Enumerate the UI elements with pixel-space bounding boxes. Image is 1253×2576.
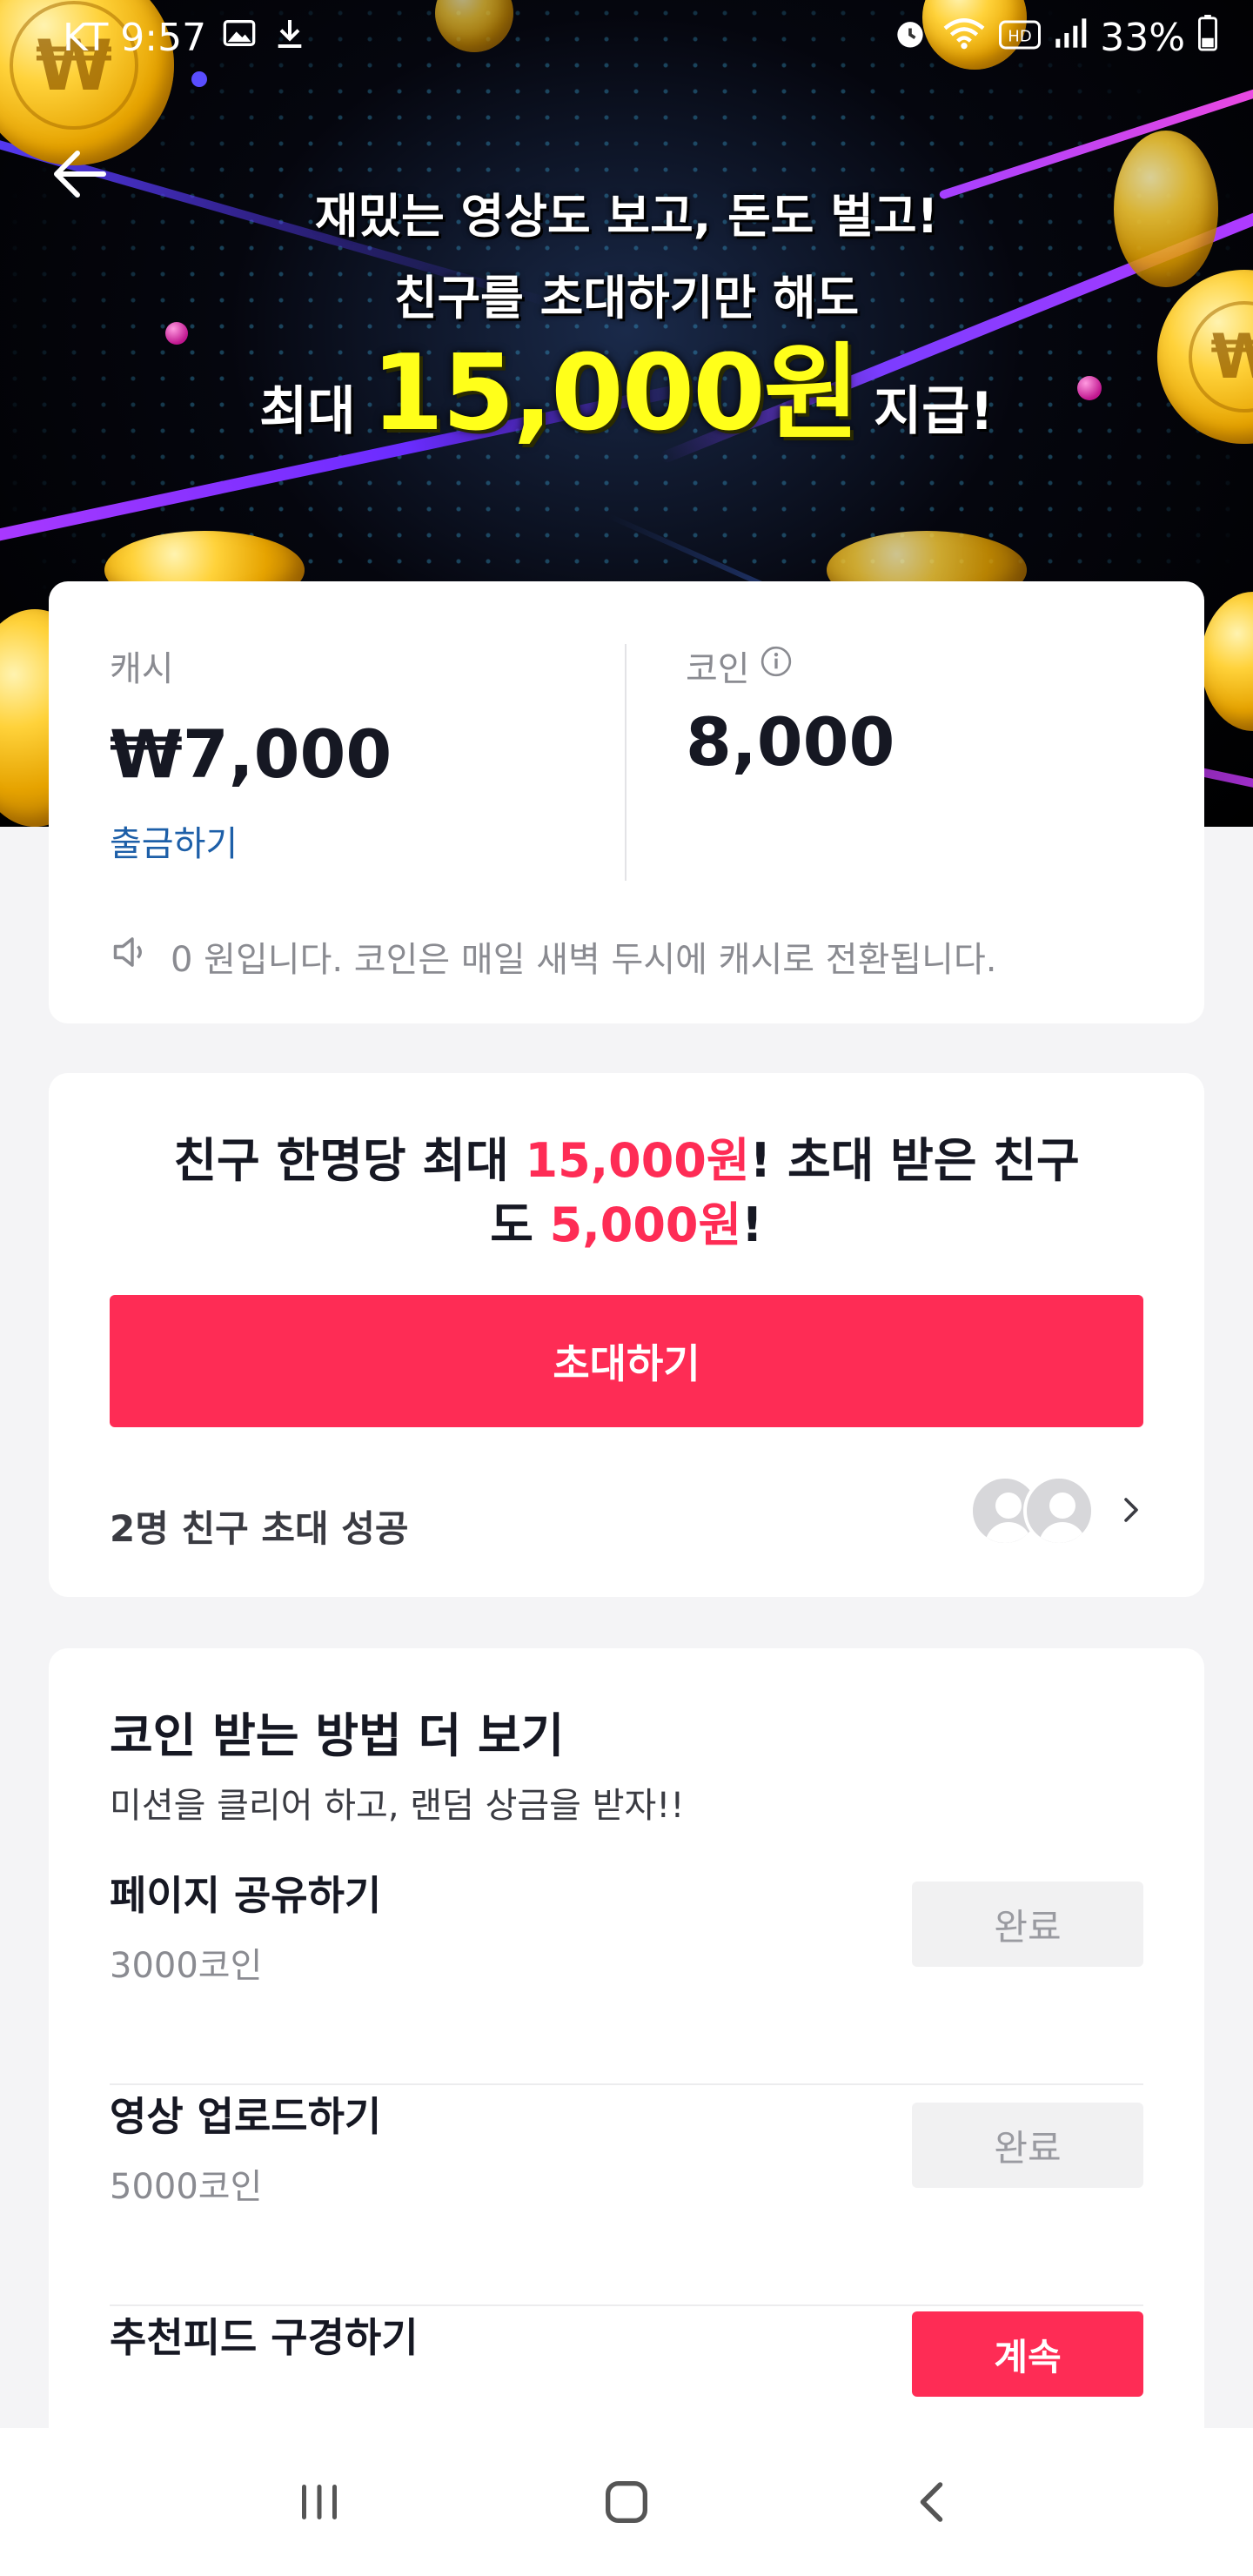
system-back-button[interactable] [881,2450,986,2554]
banner-line-2: 친구를 초대하기만 해도 [393,271,860,325]
invite-title-line-2: 도 5,000원! [49,1193,1204,1258]
divider [625,644,626,881]
hd-icon: HD [999,16,1042,60]
banner-line-3: 최대 15,000원 지급! [0,342,1253,464]
cash-amount: ₩7,000 [110,715,392,793]
mission-name: 영상 업로드하기 [110,2093,382,2140]
battery-icon [1197,14,1218,61]
invite-title-line-1: 친구 한명당 최대 15,000원! 초대 받은 친구 [49,1129,1204,1193]
banner-headline: 재밌는 영상도 보고, 돈도 벌고! 친구를 초대하기만 해도 최대 15,00… [0,178,1253,464]
mission-complete-button[interactable]: 완료 [912,2103,1143,2188]
image-icon [222,16,257,60]
home-icon [605,2481,647,2523]
speaker-icon [110,929,155,983]
status-carrier-time: KT 9:57 [63,15,207,60]
invite-button[interactable]: 초대하기 [110,1295,1143,1427]
home-button[interactable] [574,2450,679,2554]
mission-continue-button[interactable]: 계속 [912,2311,1143,2397]
mission-complete-button[interactable]: 완료 [912,1882,1143,1967]
status-bar: KT 9:57 HD 33% [0,0,1253,75]
invited-friends-avatars[interactable] [969,1475,1100,1546]
invite-title-text: 친구 한명당 최대 [173,1133,526,1188]
invite-title-text: 도 [490,1197,550,1252]
recent-apps-button[interactable] [267,2450,372,2554]
invite-title-text: ! 초대 받은 친구 [749,1133,1080,1188]
invite-title: 친구 한명당 최대 15,000원! 초대 받은 친구 도 5,000원! [49,1129,1204,1258]
invite-card: 친구 한명당 최대 15,000원! 초대 받은 친구 도 5,000원! 초대… [49,1073,1204,1597]
chevron-left-icon [921,2482,943,2522]
missions-subtitle: 미션을 클리어 하고, 랜덤 상금을 받자!! [110,1786,685,1826]
mission-reward: 5000코인 [110,2167,263,2207]
signal-icon [1053,16,1088,60]
banner-line-3-suffix: 지급! [874,381,994,442]
mission-item-upload-video: 영상 업로드하기 5000코인 완료 [110,2085,1143,2306]
cash-label: 캐시 [110,649,174,689]
cash-section: 캐시 ₩7,000 출금하기 [110,641,392,866]
banner-line-3-prefix: 최대 [259,381,356,442]
withdraw-link[interactable]: 출금하기 [110,815,392,866]
coin-label: 코인 [686,649,750,689]
invite-title-text: ! [741,1197,763,1252]
balance-card: 캐시 ₩7,000 출금하기 코인 8,000 0 원입니다. 코인은 매일 새… [49,581,1204,1023]
banner-line-1: 재밌는 영상도 보고, 돈도 벌고! [314,189,939,244]
mission-name: 페이지 공유하기 [110,1872,382,1919]
avatar [1023,1475,1095,1546]
invite-reward-amount: 15,000원 [525,1133,750,1188]
battery-percent: 33% [1100,15,1185,60]
mission-reward: 3000코인 [110,1946,263,1986]
invitee-reward-amount: 5,000원 [549,1197,742,1252]
coin-amount: 8,000 [686,703,895,781]
invite-success-text[interactable]: 2명 친구 초대 성공 [110,1499,409,1553]
download-icon [272,16,307,60]
info-icon[interactable] [759,644,794,688]
system-navigation-bar [0,2428,1253,2576]
chevron-right-icon[interactable] [1112,1491,1150,1529]
alarm-icon [891,14,929,62]
coin-label-row: 코인 [686,641,895,691]
notice-text: 0 원입니다. 코인은 매일 새벽 두시에 캐시로 전환됩니다. [171,940,997,980]
coin-section: 코인 8,000 [686,641,895,781]
mission-name: 추천피드 구경하기 [110,2314,419,2361]
missions-title: 코인 받는 방법 더 보기 [110,1708,565,1763]
wifi-icon [941,14,987,62]
banner-reward-amount: 15,000원 [371,333,860,454]
conversion-notice: 0 원입니다. 코인은 매일 새벽 두시에 캐시로 전환됩니다. [110,929,996,983]
recent-apps-icon [301,2485,337,2519]
svg-text:HD: HD [1008,27,1032,45]
mission-item-share-page: 페이지 공유하기 3000코인 완료 [110,1864,1143,2085]
